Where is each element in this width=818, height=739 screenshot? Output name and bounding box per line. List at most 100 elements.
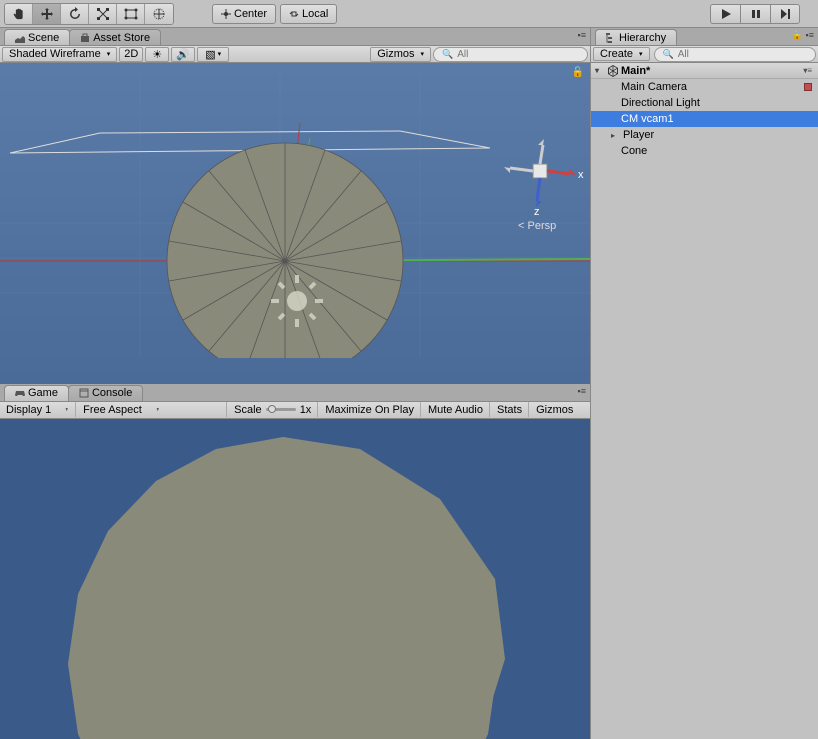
- scene-tab-label: Scene: [28, 32, 59, 44]
- toggle-2d-label: 2D: [124, 48, 138, 60]
- game-gizmos-dropdown[interactable]: Gizmos: [530, 402, 579, 417]
- gizmos-label: Gizmos: [377, 48, 414, 60]
- rotate-icon: [68, 7, 82, 21]
- scene-icon: [15, 33, 25, 43]
- scene-menu-icon[interactable]: ▾≡: [803, 66, 812, 75]
- move-icon: [40, 7, 54, 21]
- scene-toolbar: Shaded Wireframe 2D ☀ 🔊 ▧▾ Gizmos 🔍: [0, 45, 590, 63]
- game-toolbar: Display 1 Free Aspect Scale 1x Maximize …: [0, 401, 590, 419]
- foldout-icon[interactable]: ▸: [611, 131, 621, 140]
- game-gizmos-label: Gizmos: [536, 404, 573, 416]
- create-dropdown[interactable]: Create: [593, 47, 650, 61]
- rect-tool[interactable]: [117, 4, 145, 24]
- svg-text:< Persp: < Persp: [518, 220, 556, 232]
- hierarchy-item-cone[interactable]: Cone: [591, 143, 818, 159]
- tab-game[interactable]: Game: [4, 385, 69, 401]
- search-icon: 🔍: [663, 49, 674, 60]
- maximize-label: Maximize On Play: [325, 404, 414, 416]
- item-label: Main Camera: [621, 81, 687, 93]
- stats-label: Stats: [497, 404, 522, 416]
- mute-label: Mute Audio: [428, 404, 483, 416]
- pivot-label: Center: [234, 8, 267, 20]
- hierarchy-search[interactable]: 🔍: [654, 47, 816, 62]
- space-label: Local: [302, 8, 328, 20]
- rect-icon: [124, 7, 138, 21]
- aspect-label: Free Aspect: [83, 404, 142, 416]
- toggle-lighting[interactable]: ☀: [145, 47, 169, 62]
- aspect-dropdown[interactable]: Free Aspect: [77, 402, 227, 417]
- space-button[interactable]: Local: [280, 4, 337, 24]
- gizmos-dropdown[interactable]: Gizmos: [370, 47, 431, 62]
- unity-icon: [607, 65, 619, 77]
- console-icon: [79, 388, 89, 398]
- scene-root-label: Main*: [621, 65, 650, 77]
- svg-text:z: z: [534, 206, 540, 218]
- hand-icon: [12, 7, 26, 21]
- tab-hierarchy[interactable]: Hierarchy: [595, 29, 677, 45]
- scene-viewport[interactable]: 🔓: [0, 63, 590, 384]
- toggle-audio[interactable]: 🔊: [171, 47, 195, 62]
- panel-menu-icon[interactable]: ▪≡: [578, 30, 586, 40]
- rotate-tool[interactable]: [61, 4, 89, 24]
- tab-console[interactable]: Console: [68, 385, 143, 401]
- tab-asset-store[interactable]: Asset Store: [69, 29, 161, 45]
- center-icon: [221, 9, 231, 19]
- item-label: Player: [623, 129, 654, 141]
- item-label: CM vcam1: [621, 113, 674, 125]
- item-badge-icon: [804, 83, 812, 91]
- mute-toggle[interactable]: Mute Audio: [422, 402, 490, 417]
- tab-scene[interactable]: Scene: [4, 29, 70, 45]
- local-icon: [289, 9, 299, 19]
- step-button[interactable]: [770, 4, 800, 24]
- foldout-icon[interactable]: ▾: [595, 66, 605, 75]
- hierarchy-item-directional-light[interactable]: Directional Light: [591, 95, 818, 111]
- panel-menu-icon[interactable]: ▪≡: [578, 386, 586, 396]
- item-label: Cone: [621, 145, 647, 157]
- search-icon: 🔍: [442, 49, 453, 60]
- hierarchy-scene-root[interactable]: ▾ Main* ▾≡: [591, 63, 818, 79]
- move-tool[interactable]: [33, 4, 61, 24]
- scale-tool[interactable]: [89, 4, 117, 24]
- scene-search-input[interactable]: [457, 49, 579, 60]
- shading-mode-label: Shaded Wireframe: [9, 48, 101, 60]
- play-controls: [710, 4, 800, 24]
- hierarchy-tab-bar: Hierarchy 🔒 ▪≡: [591, 28, 818, 45]
- store-icon: [80, 33, 90, 43]
- hierarchy-search-input[interactable]: [678, 49, 807, 60]
- game-viewport[interactable]: [0, 419, 590, 739]
- pause-button[interactable]: [740, 4, 770, 24]
- hierarchy-list: ▾ Main* ▾≡ Main Camera Directional Light…: [591, 63, 818, 739]
- transform-tools: [4, 3, 174, 25]
- combined-icon: [152, 7, 166, 21]
- svg-text:x: x: [578, 169, 584, 181]
- step-icon: [779, 8, 791, 20]
- pivot-button[interactable]: Center: [212, 4, 276, 24]
- hierarchy-item-cm-vcam1[interactable]: CM vcam1: [591, 111, 818, 127]
- asset-store-tab-label: Asset Store: [93, 32, 150, 44]
- main-toolbar: Center Local: [0, 0, 818, 28]
- create-label: Create: [600, 48, 633, 60]
- display-dropdown[interactable]: Display 1: [0, 402, 76, 417]
- shading-mode-dropdown[interactable]: Shaded Wireframe: [2, 47, 117, 62]
- scale-control[interactable]: Scale 1x: [228, 402, 318, 417]
- maximize-toggle[interactable]: Maximize On Play: [319, 402, 421, 417]
- console-tab-label: Console: [92, 387, 132, 399]
- game-tab-label: Game: [28, 387, 58, 399]
- item-label: Directional Light: [621, 97, 700, 109]
- hierarchy-item-main-camera[interactable]: Main Camera: [591, 79, 818, 95]
- hierarchy-tab-label: Hierarchy: [619, 32, 666, 44]
- speaker-icon: 🔊: [176, 48, 190, 61]
- hand-tool[interactable]: [5, 4, 33, 24]
- hierarchy-toolbar: Create 🔍: [591, 45, 818, 63]
- scale-icon: [96, 7, 110, 21]
- scene-search[interactable]: 🔍: [433, 47, 588, 62]
- transform-tool[interactable]: [145, 4, 173, 24]
- toggle-effects[interactable]: ▧▾: [197, 47, 229, 62]
- scale-label: Scale: [234, 404, 262, 416]
- play-icon: [720, 8, 732, 20]
- toggle-2d[interactable]: 2D: [119, 47, 143, 62]
- hierarchy-item-player[interactable]: ▸ Player: [591, 127, 818, 143]
- panel-menu-icon[interactable]: 🔒 ▪≡: [792, 30, 814, 41]
- play-button[interactable]: [710, 4, 740, 24]
- stats-toggle[interactable]: Stats: [491, 402, 529, 417]
